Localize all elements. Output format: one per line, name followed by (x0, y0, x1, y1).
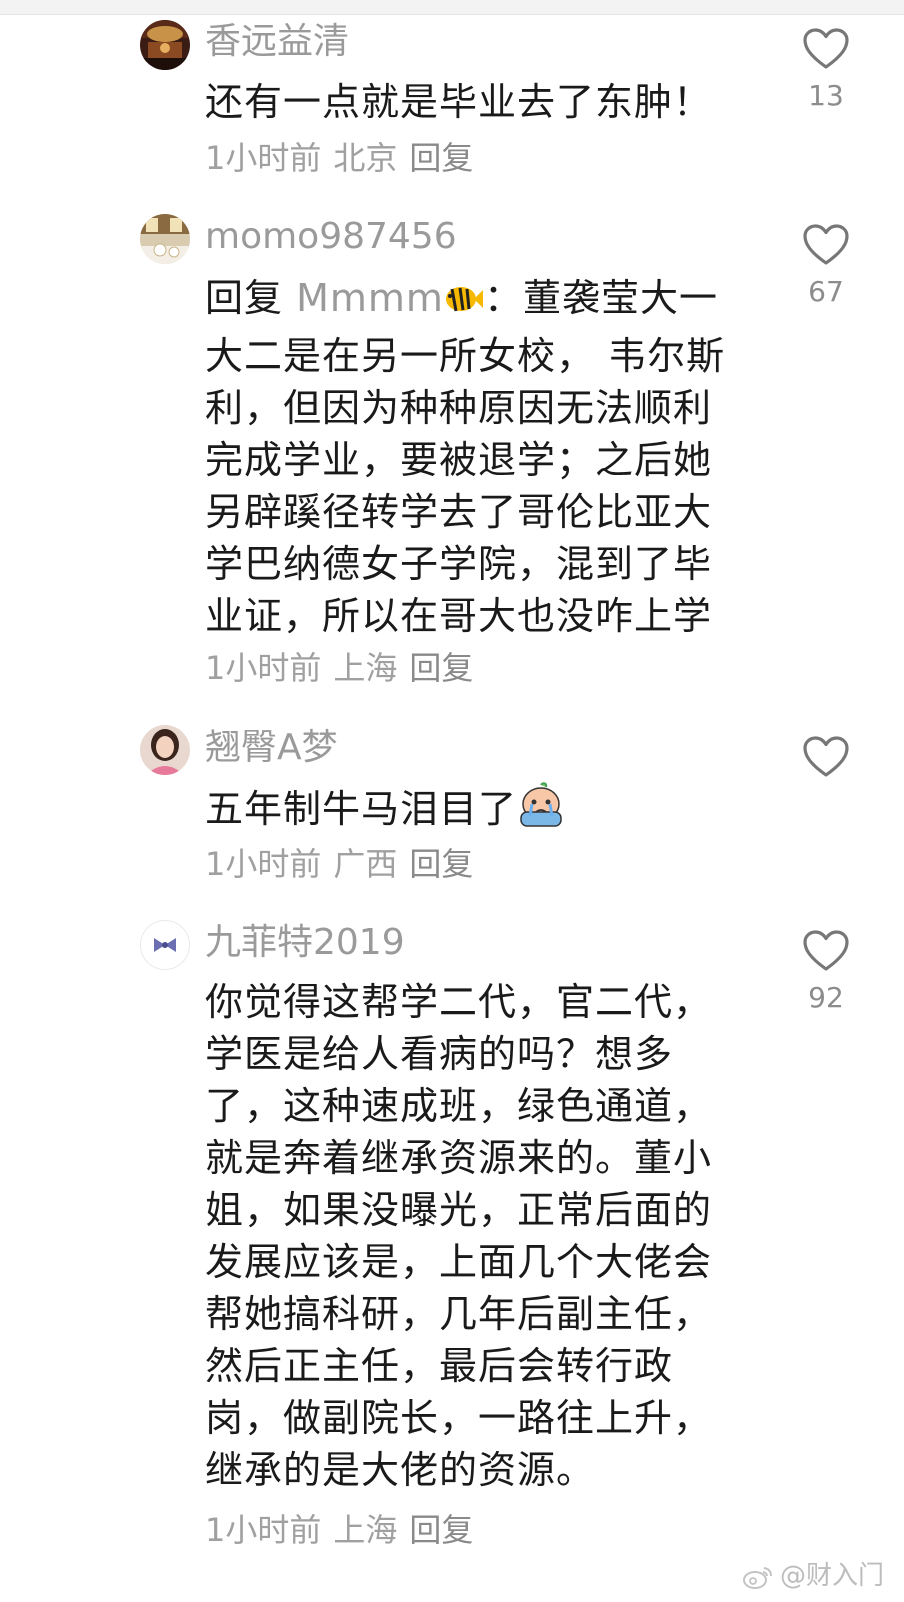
like-button[interactable]: 67 (800, 224, 852, 308)
heart-icon (803, 736, 849, 777)
comment-text: 你觉得这帮学二代，官二代，学医是给人看病的吗？想多了，这种速成班，绿色通道，就是… (205, 980, 713, 1492)
like-button[interactable]: 92 (800, 930, 852, 1014)
watermark: @财入门 (742, 1555, 884, 1592)
reply-button[interactable]: 回复 (409, 139, 473, 177)
heart-icon (803, 28, 849, 69)
comment-text: 五年制牛马泪目了 (205, 787, 518, 831)
comment-meta: 1小时前 上海 回复 (205, 1510, 485, 1550)
like-button[interactable]: 13 (800, 28, 852, 112)
comment-location: 北京 (333, 139, 398, 177)
avatar-interior-icon (140, 214, 190, 264)
avatar[interactable] (140, 20, 190, 70)
comment-meta: 1小时前 北京 回复 (205, 138, 485, 178)
comment-time: 1小时前 (205, 1511, 322, 1549)
avatar[interactable] (140, 725, 190, 775)
reply-button[interactable]: 回复 (409, 649, 473, 687)
like-count: 92 (808, 981, 844, 1014)
reply-prefix: 回复 (205, 276, 284, 320)
avatar-bow-icon (141, 921, 189, 969)
comment-location: 上海 (333, 1511, 398, 1549)
weibo-logo-icon (742, 1567, 772, 1589)
comment-username[interactable]: 翘臀A梦 (205, 725, 338, 771)
comment-time: 1小时前 (205, 649, 322, 687)
comment-content: 还有一点就是毕业去了东肿！ (205, 76, 745, 128)
crying-face-emoji-icon (517, 782, 565, 841)
comment-content: 回复 Mmmm ：董袭莹大一大二是在另一所女校， 韦尔斯利，但因为种种原因无法顺… (205, 272, 745, 642)
comment-time: 1小时前 (205, 845, 322, 883)
like-count: 67 (808, 275, 844, 308)
heart-icon (803, 224, 849, 265)
comment-text: ：董袭莹大一大二是在另一所女校， 韦尔斯利，但因为种种原因无法顺利完成学业，要被… (205, 276, 726, 638)
comment-location: 上海 (333, 649, 398, 687)
comment-username[interactable]: 香远益清 (205, 19, 349, 65)
avatar[interactable] (140, 920, 190, 970)
comment-time: 1小时前 (205, 139, 322, 177)
like-button[interactable] (800, 736, 852, 788)
comment-meta: 1小时前 广西 回复 (205, 844, 485, 884)
avatar[interactable] (140, 214, 190, 264)
comment-username[interactable]: momo987456 (205, 214, 457, 260)
comment-content: 你觉得这帮学二代，官二代，学医是给人看病的吗？想多了，这种速成班，绿色通道，就是… (205, 976, 735, 1496)
reply-target-username[interactable]: Mmmm (296, 276, 444, 320)
comment-text: 还有一点就是毕业去了东肿！ (205, 80, 713, 124)
comment-content: 五年制牛马泪目了 (205, 782, 745, 841)
fish-emoji-icon (444, 278, 484, 330)
heart-icon (803, 930, 849, 971)
reply-button[interactable]: 回复 (409, 1511, 473, 1549)
comment-location: 广西 (333, 845, 398, 883)
avatar-person-icon (140, 725, 190, 775)
like-count: 13 (808, 79, 844, 112)
watermark-text: @财入门 (779, 1561, 884, 1591)
top-divider (0, 0, 904, 15)
avatar-palace-icon (140, 20, 190, 70)
comment-meta: 1小时前 上海 回复 (205, 648, 485, 688)
reply-button[interactable]: 回复 (409, 845, 473, 883)
comment-username[interactable]: 九菲特2019 (205, 920, 405, 966)
